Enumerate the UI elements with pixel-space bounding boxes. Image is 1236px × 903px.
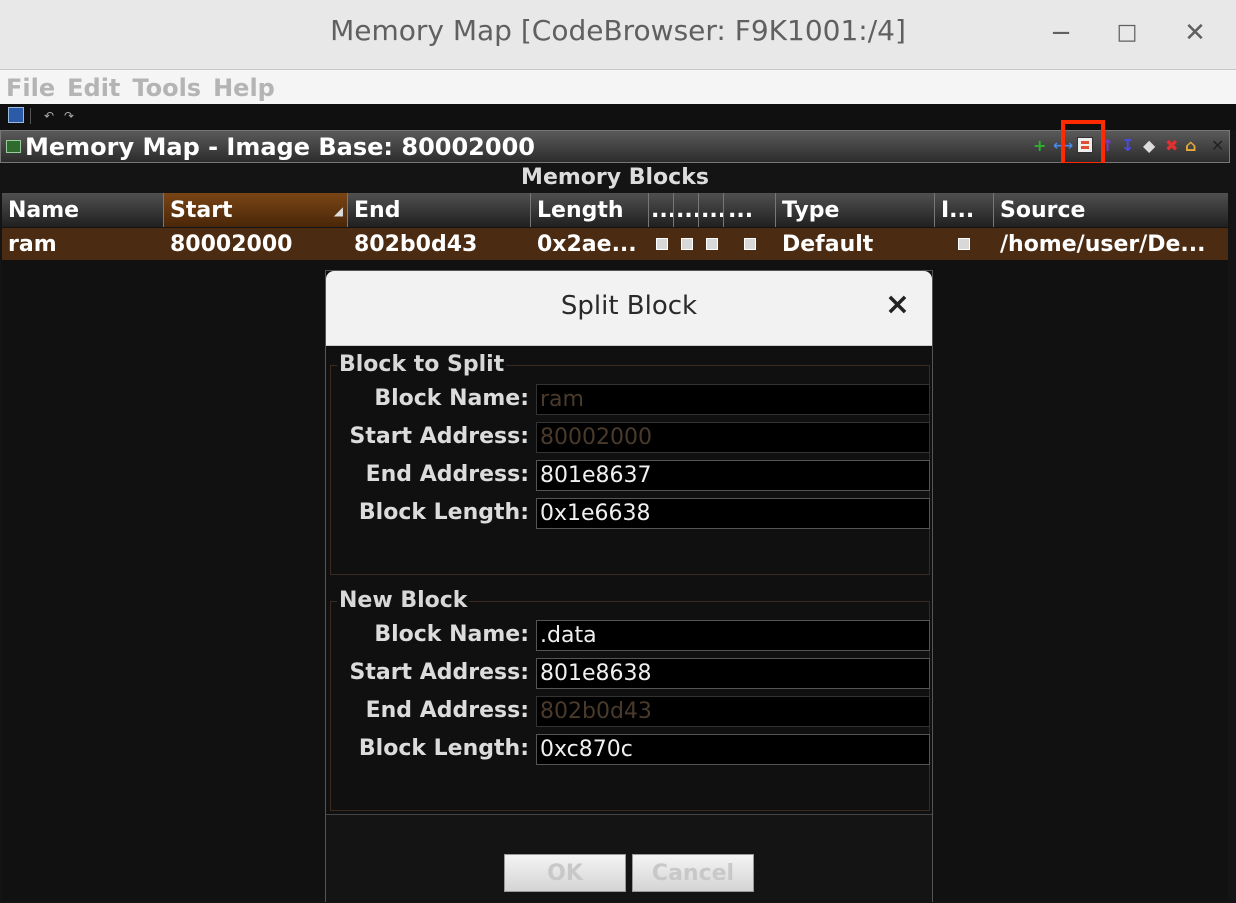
new-block-legend: New Block — [337, 588, 470, 613]
panel-title: Memory Map - Image Base: 80002000 — [25, 133, 535, 161]
dialog-footer — [326, 814, 932, 903]
block-name-label: Block Name: — [374, 386, 529, 411]
menu-file[interactable]: File — [6, 70, 55, 106]
initialized-checkbox[interactable] — [958, 238, 970, 250]
start-address-field: 80002000 — [536, 422, 930, 453]
split-block-dialog: Split Block × Block to Split Block Name:… — [325, 270, 933, 903]
new-end-address-field: 802b0d43 — [536, 696, 930, 727]
dialog-header: Split Block × — [326, 271, 932, 346]
close-panel-icon[interactable]: ✕ — [1211, 136, 1224, 156]
end-address-field[interactable]: 801e8637 — [536, 460, 930, 491]
expand-down-icon[interactable]: ↧ — [1121, 136, 1134, 156]
cell-source: /home/user/De... — [1000, 232, 1206, 257]
block-to-split-legend: Block to Split — [337, 352, 507, 377]
new-start-address-field[interactable]: 801e8638 — [536, 658, 930, 689]
volatile-checkbox[interactable] — [744, 238, 756, 250]
block-to-split-group: Block to Split Block Name: ram Start Add… — [330, 352, 930, 575]
new-end-address-label: End Address: — [365, 698, 529, 723]
block-length-label: Block Length: — [358, 500, 529, 525]
new-block-group: New Block Block Name: .data Start Addres… — [330, 588, 930, 811]
ok-button[interactable]: OK — [504, 854, 626, 892]
new-block-name-field[interactable]: .data — [536, 620, 930, 651]
set-image-base-icon[interactable]: ⌂ — [1185, 136, 1196, 156]
split-button-highlight — [1061, 120, 1105, 166]
memory-map-panel-header: Memory Map - Image Base: 80002000 + ⟷ ↑ … — [0, 130, 1230, 163]
new-block-length-label: Block Length: — [358, 736, 529, 761]
menu-edit[interactable]: Edit — [67, 70, 120, 106]
delete-block-icon[interactable]: ✖ — [1165, 136, 1178, 156]
cell-start: 80002000 — [170, 232, 293, 257]
write-checkbox[interactable] — [681, 238, 693, 250]
title-bar: Memory Map [CodeBrowser: F9K1001:/4] − □… — [0, 0, 1236, 70]
column-header-start-label: Start — [170, 198, 233, 223]
cell-name: ram — [8, 232, 57, 257]
column-header-source[interactable]: Source — [994, 193, 1228, 227]
new-block-name-label: Block Name: — [374, 622, 529, 647]
toolbar: ↶ ↷ — [0, 104, 1236, 130]
merge-blocks-icon[interactable]: ◆ — [1143, 136, 1155, 156]
column-header-execute[interactable]: ... — [699, 193, 724, 227]
table-caption: Memory Blocks — [0, 163, 1230, 193]
cancel-button[interactable]: Cancel — [632, 854, 754, 892]
table-row[interactable]: ram 80002000 802b0d43 0x2ae... Default /… — [2, 228, 1228, 260]
column-header-start[interactable]: Start ◢ — [164, 193, 348, 227]
sort-ascending-icon: ◢ — [333, 204, 343, 218]
column-header-name[interactable]: Name — [2, 193, 164, 227]
execute-checkbox[interactable] — [706, 238, 718, 250]
undo-icon[interactable]: ↶ — [44, 109, 54, 123]
menu-bar: File Edit Tools Help — [0, 70, 1236, 104]
start-address-label: Start Address: — [349, 424, 529, 449]
block-length-field[interactable]: 0x1e6638 — [536, 498, 930, 529]
column-header-end[interactable]: End — [348, 193, 531, 227]
block-name-field: ram — [536, 384, 930, 415]
add-block-icon[interactable]: + — [1033, 136, 1046, 156]
read-checkbox[interactable] — [656, 238, 668, 250]
column-header-volatile[interactable]: ... — [724, 193, 776, 227]
close-icon[interactable]: × — [885, 287, 910, 322]
new-block-length-field[interactable]: 0xc870c — [536, 734, 930, 765]
table-header: Name Start ◢ End Length ... ... ... ... T… — [2, 193, 1228, 227]
column-header-length[interactable]: Length — [531, 193, 649, 227]
column-header-write[interactable]: ... — [674, 193, 699, 227]
menu-tools[interactable]: Tools — [132, 70, 201, 106]
cell-length: 0x2ae... — [537, 232, 637, 257]
cell-type: Default — [782, 232, 874, 257]
cell-end: 802b0d43 — [354, 232, 478, 257]
column-header-initialized[interactable]: I... — [935, 193, 994, 227]
menu-help[interactable]: Help — [213, 70, 275, 106]
redo-icon[interactable]: ↷ — [64, 109, 74, 123]
new-start-address-label: Start Address: — [349, 660, 529, 685]
minimize-icon[interactable]: − — [1046, 18, 1076, 48]
memory-chip-icon — [6, 140, 21, 153]
toolbar-divider — [30, 108, 31, 124]
column-header-read[interactable]: ... — [649, 193, 674, 227]
close-window-icon[interactable]: ✕ — [1180, 18, 1210, 48]
save-icon[interactable] — [8, 107, 24, 123]
column-header-type[interactable]: Type — [776, 193, 935, 227]
maximize-icon[interactable]: □ — [1112, 18, 1142, 48]
end-address-label: End Address: — [365, 462, 529, 487]
dialog-title: Split Block — [560, 291, 698, 321]
